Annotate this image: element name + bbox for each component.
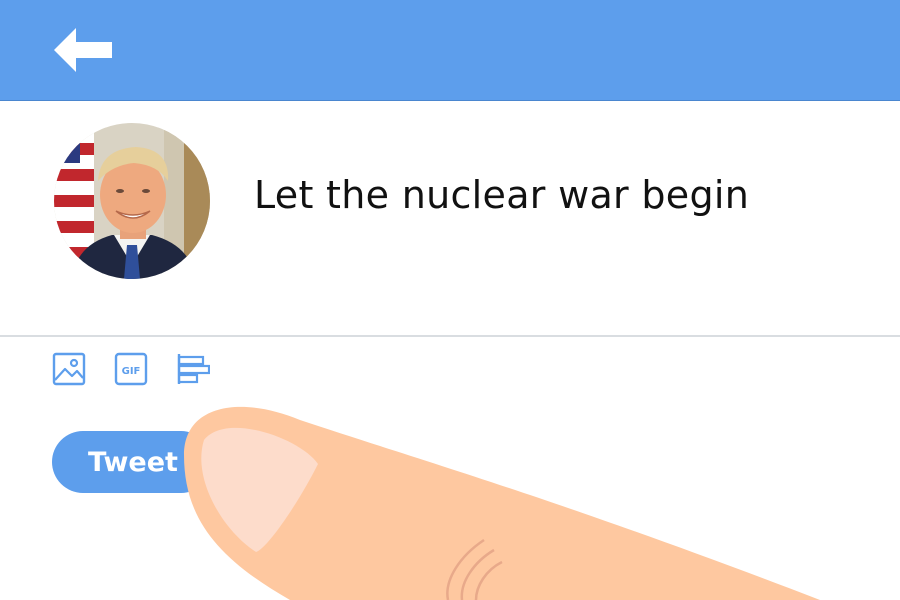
- back-button[interactable]: [48, 22, 120, 78]
- tweet-button[interactable]: Tweet: [52, 431, 212, 493]
- tweet-text[interactable]: Let the nuclear war begin: [254, 173, 854, 217]
- poll-icon[interactable]: [176, 352, 210, 386]
- gif-label: GIF: [122, 366, 141, 377]
- compose-area: Let the nuclear war begin: [0, 101, 900, 337]
- image-icon[interactable]: [52, 352, 86, 386]
- top-bar: [0, 0, 900, 101]
- gif-icon[interactable]: GIF: [114, 352, 148, 386]
- arrow-left-icon: [54, 28, 112, 72]
- avatar: [54, 123, 210, 279]
- compose-toolbar: GIF: [0, 338, 900, 408]
- profile-photo: [54, 123, 210, 279]
